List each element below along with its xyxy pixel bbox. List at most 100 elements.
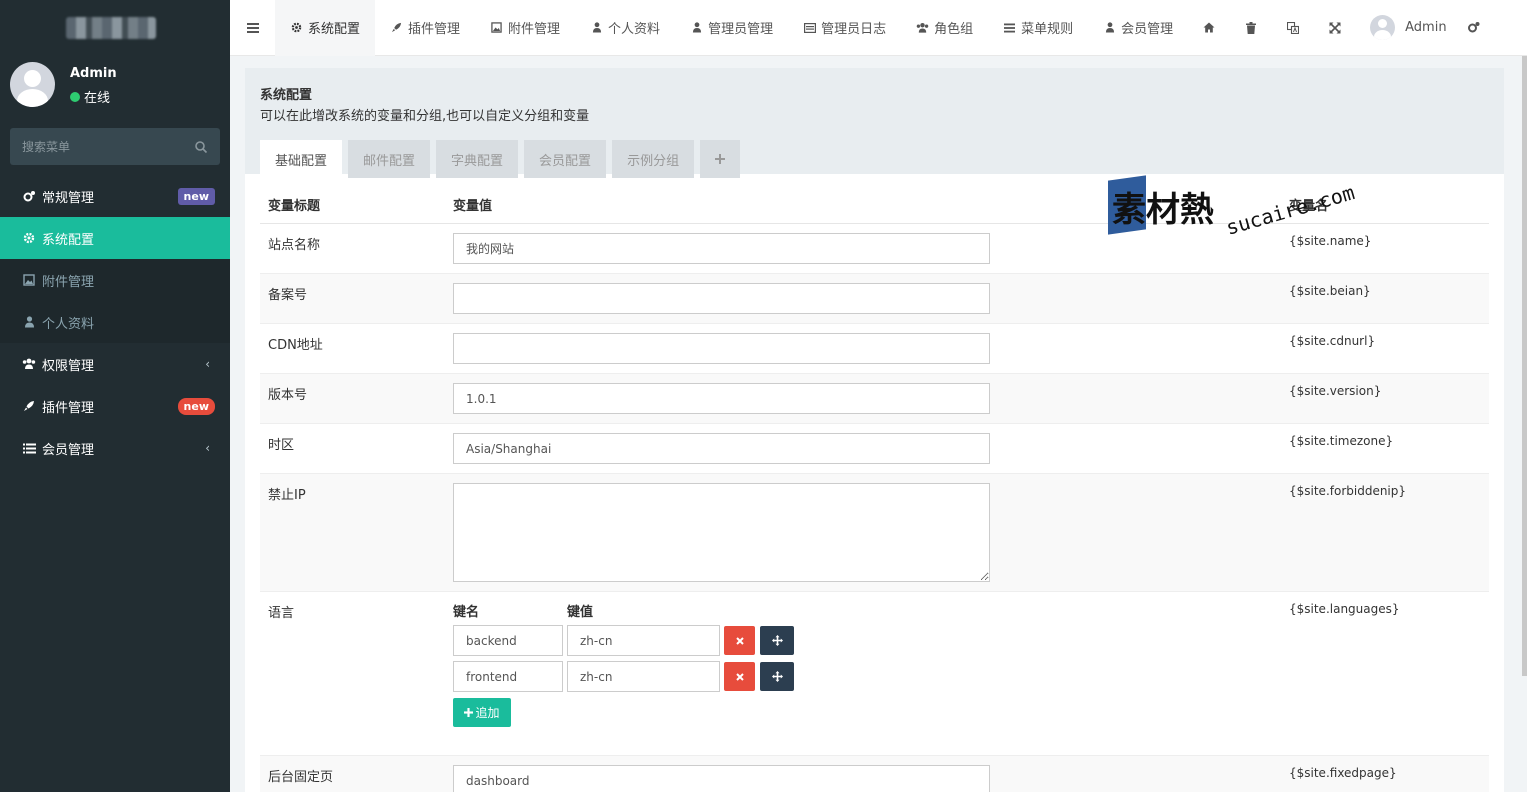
admin-name: Admin xyxy=(1405,20,1447,35)
timezone-input[interactable] xyxy=(453,433,990,464)
append-label: 追加 xyxy=(475,706,500,720)
tab-basic-config[interactable]: 基础配置 xyxy=(260,140,343,178)
logo-image xyxy=(66,17,156,39)
tab-email-config[interactable]: 邮件配置 xyxy=(348,140,431,178)
sidebar-menu: 常规管理 new 系统配置 附件管理 个人资料 权限管理 ‹ 插件管理 new … xyxy=(0,175,230,469)
fullscreen-button[interactable] xyxy=(1314,0,1356,56)
drag-pair-handle[interactable] xyxy=(760,626,794,655)
tab-system-config[interactable]: 系统配置 xyxy=(275,0,376,56)
tab-menu-rules[interactable]: 菜单规则 xyxy=(988,0,1088,56)
tab-members[interactable]: 会员管理 xyxy=(1088,0,1188,56)
config-group-tabs: 基础配置 邮件配置 字典配置 会员配置 示例分组 xyxy=(260,140,1489,178)
user-panel: Admin 在线 xyxy=(0,56,230,122)
tab-label: 角色组 xyxy=(934,22,974,37)
sidebar-item-general[interactable]: 常规管理 new xyxy=(0,175,230,217)
user-status: 在线 xyxy=(70,87,110,106)
tab-label: 个人资料 xyxy=(608,22,661,37)
sidebar-item-label: 系统配置 xyxy=(42,232,95,248)
table-row: 禁止IP {$site.forbiddenip} xyxy=(260,474,1489,592)
variable-name: {$site.fixedpage} xyxy=(1289,766,1397,780)
tab-admin-log[interactable]: 管理员日志 xyxy=(788,0,901,56)
tab-label: 附件管理 xyxy=(508,22,561,37)
new-badge: new xyxy=(177,398,215,415)
user-icon xyxy=(690,21,703,34)
variable-name: {$site.languages} xyxy=(1289,602,1400,616)
search-icon[interactable] xyxy=(194,140,208,154)
tab-label: 管理员日志 xyxy=(821,22,887,37)
variable-name: {$site.version} xyxy=(1289,384,1382,398)
sidebar-item-permissions[interactable]: 权限管理 ‹ xyxy=(0,343,230,385)
table-row: 站点名称 {$site.name} xyxy=(260,224,1489,274)
plus-icon xyxy=(464,708,474,717)
sidebar-item-label: 插件管理 xyxy=(42,400,95,416)
remove-pair-button[interactable] xyxy=(724,626,755,655)
list-icon xyxy=(22,441,36,455)
group-icon xyxy=(916,21,929,34)
language-value-input[interactable] xyxy=(567,661,720,692)
version-input[interactable] xyxy=(453,383,990,414)
row-title: 站点名称 xyxy=(268,238,321,253)
forbidden-ip-textarea[interactable] xyxy=(453,483,990,582)
drag-pair-handle[interactable] xyxy=(760,662,794,691)
sidebar: Admin 在线 常规管理 new 系统配置 附件管理 个人资料 权限管理 xyxy=(0,0,230,792)
value-header: 键值 xyxy=(567,605,594,620)
add-group-button[interactable] xyxy=(700,140,741,178)
cdn-url-input[interactable] xyxy=(453,333,990,364)
language-key-input[interactable] xyxy=(453,661,563,692)
user-icon xyxy=(590,21,603,34)
tab-label: 会员管理 xyxy=(1121,22,1174,37)
sidebar-item-label: 会员管理 xyxy=(42,442,95,458)
row-title: 版本号 xyxy=(268,388,308,403)
tab-member-config[interactable]: 会员配置 xyxy=(524,140,607,178)
menu-search-input[interactable] xyxy=(22,139,194,154)
language-button[interactable] xyxy=(1272,0,1314,56)
language-value-input[interactable] xyxy=(567,625,720,656)
sidebar-item-profile[interactable]: 个人资料 xyxy=(0,301,230,343)
sidebar-item-plugins[interactable]: 插件管理 new xyxy=(0,385,230,427)
table-row: 语言 键名 键值 backend zh-cn frontend zh-cn 追加… xyxy=(260,592,1489,756)
tab-admin-management[interactable]: 管理员管理 xyxy=(675,0,788,56)
page-scrollbar[interactable] xyxy=(1522,56,1527,676)
rocket-icon xyxy=(390,21,403,34)
home-icon xyxy=(1203,22,1215,33)
tab-example-group[interactable]: 示例分组 xyxy=(612,140,695,178)
variable-name: {$site.timezone} xyxy=(1289,434,1394,448)
cogs-icon xyxy=(22,189,36,203)
page-title: 系统配置 xyxy=(260,88,313,103)
table-body: 站点名称 {$site.name} 备案号 {$site.beian} CDN地… xyxy=(260,224,1489,792)
append-pair-button[interactable]: 追加 xyxy=(453,698,511,727)
new-badge: new xyxy=(177,188,215,205)
language-key-input[interactable] xyxy=(453,625,563,656)
sidebar-item-system-config[interactable]: 系统配置 xyxy=(0,217,230,259)
beian-input[interactable] xyxy=(453,283,990,314)
tab-role-group[interactable]: 角色组 xyxy=(901,0,988,56)
plus-icon xyxy=(715,154,726,164)
translate-icon xyxy=(1287,21,1300,34)
avatar[interactable] xyxy=(10,62,55,107)
close-icon xyxy=(735,672,744,681)
sidebar-toggle-button[interactable] xyxy=(230,0,275,56)
column-header-name: 变量名 xyxy=(1289,199,1329,214)
sidebar-item-attachments[interactable]: 附件管理 xyxy=(0,259,230,301)
fixed-page-input[interactable] xyxy=(453,765,990,792)
user-icon xyxy=(1103,21,1116,34)
remove-pair-button[interactable] xyxy=(724,662,755,691)
home-button[interactable] xyxy=(1188,0,1230,56)
trash-icon xyxy=(1246,21,1257,34)
arrows-icon xyxy=(771,635,783,646)
tab-attachments[interactable]: 附件管理 xyxy=(475,0,575,56)
site-name-input[interactable] xyxy=(453,233,990,264)
control-sidebar-button[interactable] xyxy=(1459,0,1489,56)
user-status-label: 在线 xyxy=(84,91,111,106)
table-row: 版本号 {$site.version} xyxy=(260,374,1489,424)
tab-dictionary-config[interactable]: 字典配置 xyxy=(436,140,519,178)
tab-plugins[interactable]: 插件管理 xyxy=(375,0,475,56)
clear-cache-button[interactable] xyxy=(1230,0,1272,56)
row-title: 备案号 xyxy=(268,288,308,303)
admin-menu[interactable]: Admin xyxy=(1356,0,1458,56)
arrows-icon xyxy=(771,671,783,682)
sidebar-item-members[interactable]: 会员管理 ‹ xyxy=(0,427,230,469)
table-header: 变量标题 变量值 变量名 xyxy=(260,186,1489,224)
tab-profile[interactable]: 个人资料 xyxy=(575,0,675,56)
logo[interactable] xyxy=(0,0,230,56)
